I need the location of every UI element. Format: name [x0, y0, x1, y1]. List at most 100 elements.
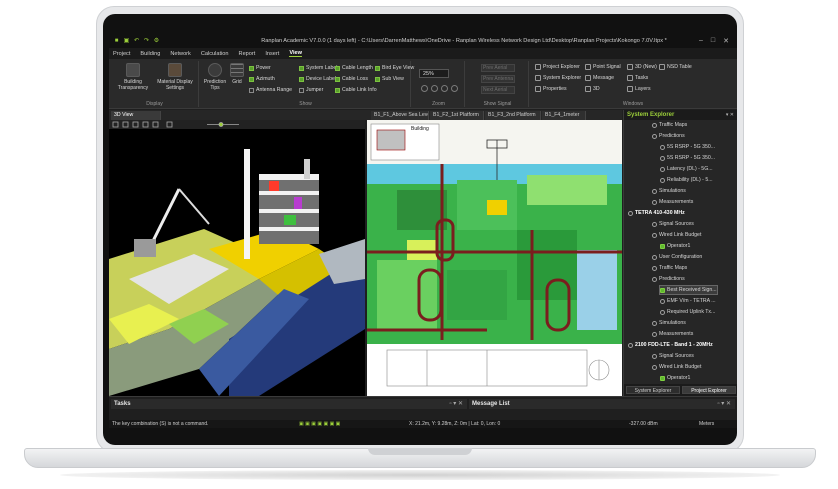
tree-item[interactable]: Signal Sources: [652, 220, 694, 228]
tab-building[interactable]: Building: [140, 51, 160, 57]
tab-project-explorer[interactable]: Project Explorer: [682, 386, 736, 394]
cable-length-checkbox[interactable]: Cable Length: [335, 65, 373, 71]
tab-floor-above-sea-level[interactable]: B1_F1_Above Sea Level: [371, 111, 429, 120]
settings-icon[interactable]: ⚙: [153, 38, 160, 45]
tree-item[interactable]: Traffic Maps: [652, 264, 687, 272]
tree-item-label: Wired Link Budget: [659, 364, 702, 370]
panel-controls-icon[interactable]: ▫ ▾ ✕: [450, 399, 464, 409]
grid-button[interactable]: Grid: [229, 63, 245, 85]
prediction-tips-label: Prediction Tips: [203, 79, 227, 91]
minimize-icon[interactable]: –: [699, 37, 703, 45]
coordinates-readout: X: 21.2m, Y: 9.28m, Z: 0m | Lat: 0, Lon:…: [409, 421, 501, 427]
quick-access-toolbar: ■ ▣ ↶ ↷ ⚙: [109, 38, 229, 45]
prediction-tips-button[interactable]: Prediction Tips: [203, 63, 227, 91]
building-transparency-button[interactable]: Building Transparency: [115, 63, 151, 91]
device-label-checkbox[interactable]: Device Label: [299, 76, 336, 82]
tree-item[interactable]: User Configuration: [652, 253, 702, 261]
tree-item[interactable]: Operator1: [660, 374, 690, 382]
3d-view-toolbar: [109, 120, 365, 129]
signal-source-icon: [652, 221, 657, 227]
bird-eye-view-checkbox[interactable]: Bird Eye View: [375, 65, 414, 71]
antenna-range-checkbox[interactable]: Antenna Range: [249, 87, 292, 93]
tab-system-explorer[interactable]: System Explorer: [626, 386, 680, 394]
tree-item[interactable]: Traffic Maps: [652, 121, 687, 129]
tab-view[interactable]: View: [289, 50, 302, 57]
tab-network[interactable]: Network: [170, 51, 191, 57]
tasks-toggle[interactable]: Tasks: [627, 75, 648, 81]
sub-view-checkbox[interactable]: Sub View: [375, 76, 404, 82]
antenna-icon: [628, 210, 633, 216]
tree-item[interactable]: Wired Link Budget: [652, 363, 701, 371]
properties-toggle[interactable]: Properties: [535, 86, 567, 92]
tree-item-label: User Configuration: [659, 254, 703, 260]
point-signal-toggle[interactable]: Point Signal: [585, 64, 621, 70]
system-explorer-toggle[interactable]: System Explorer: [535, 75, 581, 81]
tree-item[interactable]: Signal Sources: [652, 352, 694, 360]
zoom-out-icon[interactable]: [431, 85, 438, 92]
project-explorer-toggle[interactable]: Project Explorer: [535, 64, 580, 70]
display-group-label: Display: [146, 101, 163, 107]
material-display-settings-button[interactable]: Material Display Settings: [155, 63, 195, 91]
save-icon[interactable]: ▣: [123, 38, 130, 45]
layers-toggle[interactable]: Layers: [627, 86, 651, 92]
tree-item[interactable]: Required Uplink Tx...: [660, 308, 715, 316]
zoom-fit-icon[interactable]: [441, 85, 448, 92]
floorplan-pane[interactable]: Building: [367, 120, 622, 396]
panel-controls-icon[interactable]: ▫ ▾ ✕: [718, 399, 732, 409]
cable-loss-checkbox[interactable]: Cable Loss: [335, 76, 368, 82]
tree-item[interactable]: 5S RSRP - 5G 350...: [660, 143, 715, 151]
tree-item[interactable]: Measurements: [652, 198, 693, 206]
tab-report[interactable]: Report: [239, 51, 256, 57]
message-toggle[interactable]: Message: [585, 75, 614, 81]
tree-item[interactable]: 5S RSRP - 5G 350...: [660, 154, 715, 162]
tree-item[interactable]: Simulations: [652, 319, 686, 327]
tree-item[interactable]: Operator1: [660, 242, 690, 250]
tree-item[interactable]: Reliability (DL) - 5...: [660, 176, 713, 184]
3d-new-toggle[interactable]: 3D (New): [627, 64, 657, 70]
snap-tools-icons[interactable]: ▣ ▣ ▣ ▣ ▣ ▣ ▣: [299, 420, 340, 428]
jumper-checkbox[interactable]: Jumper: [299, 87, 323, 93]
3d-toggle[interactable]: 3D: [585, 86, 600, 92]
checkbox-checked-icon: [299, 65, 304, 71]
checkbox-checked-icon: [375, 76, 380, 82]
tree-item-label: Measurements: [659, 331, 694, 337]
tree-item[interactable]: Predictions: [652, 132, 685, 140]
tree-system-node[interactable]: 2100 FDD-LTE - Band 1 - 20MHz: [628, 341, 713, 349]
tab-calculation[interactable]: Calculation: [201, 51, 229, 57]
tab-floor-2nd-platform[interactable]: B1_F3_2nd Platform: [485, 111, 541, 120]
tree-item-selected[interactable]: Best Received Sign...: [659, 285, 718, 295]
tab-project[interactable]: Project: [113, 51, 130, 57]
nsd-table-toggle[interactable]: NSD Table: [659, 64, 692, 70]
tab-floor-1meter[interactable]: B1_F4_1meter: [542, 111, 586, 120]
zoom-extent-icon[interactable]: [451, 85, 458, 92]
tree-item[interactable]: Latency (DL) - 5G...: [660, 165, 713, 173]
undo-icon[interactable]: ↶: [133, 38, 140, 45]
power-checkbox[interactable]: Power: [249, 65, 271, 71]
checkbox-checked-icon: [335, 65, 340, 71]
panel-close-icon[interactable]: ▾ ✕: [726, 112, 734, 118]
system-label-checkbox[interactable]: System Label: [299, 65, 337, 71]
tree-item-label: 2100 FDD-LTE - Band 1 - 20MHz: [635, 342, 713, 348]
grid-label: Grid: [232, 79, 242, 85]
close-icon[interactable]: ✕: [723, 37, 729, 45]
tree-item[interactable]: EMF V/m - TETRA ...: [660, 297, 716, 305]
tree-item[interactable]: Simulations: [652, 187, 686, 195]
tree-system-node[interactable]: TETRA 410-430 MHz: [628, 209, 685, 217]
zoom-in-icon[interactable]: [421, 85, 428, 92]
maximize-icon[interactable]: □: [711, 37, 715, 45]
tree-item[interactable]: Wired Link Budget: [652, 231, 701, 239]
zoom-select[interactable]: 25%: [419, 69, 449, 78]
tab-insert[interactable]: Insert: [265, 51, 279, 57]
cable-link-info-label: Cable Link Info: [342, 87, 377, 93]
system-label-label: System Label: [306, 65, 338, 71]
3d-view-pane[interactable]: [109, 120, 365, 396]
cable-link-info-checkbox[interactable]: Cable Link Info: [335, 87, 377, 93]
show-signal-group-label: Show Signal: [483, 101, 512, 107]
redo-icon[interactable]: ↷: [143, 38, 150, 45]
tab-3d-view[interactable]: 3D View: [111, 111, 161, 120]
tab-floor-1st-platform[interactable]: B1_F2_1st Platform: [430, 111, 484, 120]
tree-item[interactable]: Predictions: [652, 275, 685, 283]
link-budget-icon: [652, 364, 657, 370]
azimuth-checkbox[interactable]: Azimuth: [249, 76, 275, 82]
tree-item[interactable]: Measurements: [652, 330, 693, 338]
